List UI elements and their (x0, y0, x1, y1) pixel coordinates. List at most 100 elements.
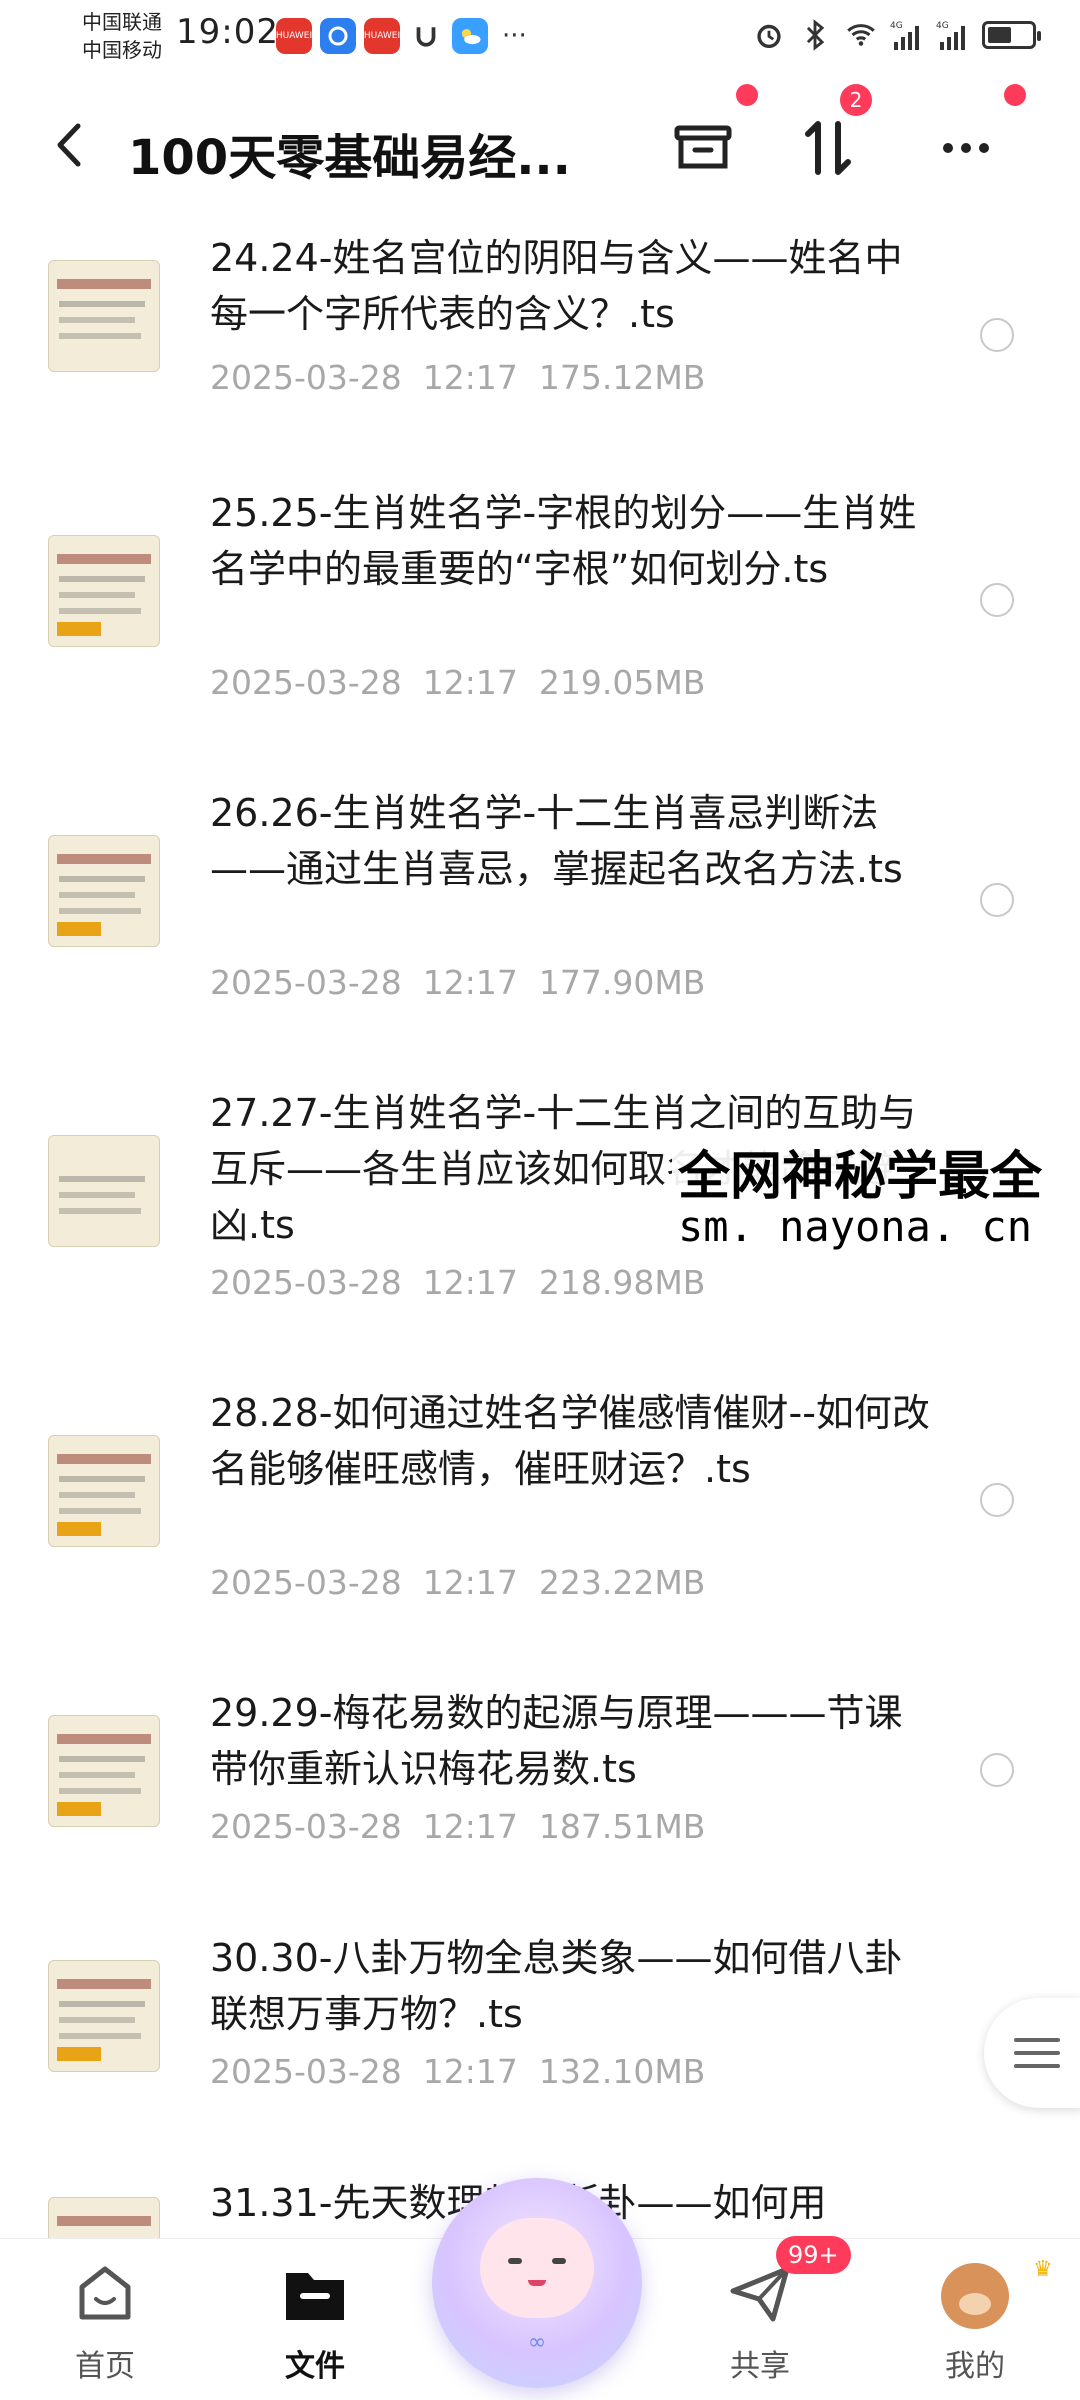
carrier-1: 中国联通 (82, 10, 162, 34)
nav-files-label: 文件 (285, 2349, 345, 2384)
file-meta: 2025-03-28 12:17 223.22MB (210, 1563, 705, 1602)
file-size: 219.05MB (538, 663, 706, 702)
file-name: 30.30-八卦万物全息类象——如何借八卦联想万事万物？.ts (210, 1936, 903, 2036)
archive-dot-badge (736, 84, 758, 106)
file-time: 12:17 (422, 2052, 518, 2091)
mascot-face (480, 2218, 594, 2318)
file-time: 12:17 (422, 1563, 518, 1602)
file-size: 175.12MB (538, 358, 706, 397)
file-name: 29.29-梅花易数的起源与原理———节课带你重新认识梅花易数.ts (210, 1691, 903, 1791)
sort-count-badge: 2 (840, 84, 872, 116)
watermark-overlay: 全网神秘学最全 sm. nayona. cn (672, 1130, 1080, 1270)
file-name: 24.24-姓名宫位的阴阳与含义——姓名中每一个字所代表的含义？.ts (210, 236, 903, 336)
menu-line-icon (1014, 2051, 1060, 2055)
select-checkbox[interactable] (980, 1753, 1014, 1787)
file-thumbnail (48, 260, 160, 372)
u-app-icon (408, 18, 444, 54)
file-name: 26.26-生肖姓名学-十二生肖喜忌判断法——通过生肖喜忌，掌握起名改名方法.t… (210, 791, 903, 891)
nav-share-label: 共享 (730, 2349, 790, 2384)
watermark-title: 全网神秘学最全 (678, 1147, 1043, 1207)
file-meta: 2025-03-28 12:17 175.12MB (210, 358, 705, 397)
more-dots-icon (943, 143, 989, 153)
signal-icon-1: 4G (890, 21, 919, 50)
wifi-icon (847, 24, 875, 46)
back-arrow-icon[interactable] (50, 120, 90, 170)
carrier-2: 中国移动 (82, 38, 162, 62)
file-date: 2025-03-28 (210, 1807, 402, 1846)
file-size: 187.51MB (538, 1807, 706, 1846)
menu-line-icon (1014, 2038, 1060, 2042)
file-date: 2025-03-28 (210, 963, 402, 1002)
huawei-app-icon-2: HUAWEI (364, 18, 400, 54)
select-checkbox[interactable] (980, 883, 1014, 917)
nav-home-label: 首页 (75, 2349, 135, 2384)
alarm-icon (757, 24, 781, 49)
status-more-icon: ··· (502, 21, 527, 51)
notification-icons: HUAWEI HUAWEI ··· (276, 18, 527, 54)
nav-home[interactable]: 首页 (35, 2259, 175, 2399)
file-name: 25.25-生肖姓名学-字根的划分——生肖姓名学中的最重要的“字根”如何划分.t… (210, 491, 917, 591)
file-thumbnail (48, 535, 160, 647)
more-dot-badge (1004, 84, 1026, 106)
file-date: 2025-03-28 (210, 1563, 402, 1602)
bluetooth-icon (806, 19, 825, 51)
more-options-button[interactable] (928, 110, 1004, 186)
top-bar: 100天零基础易经... 2 (0, 84, 1080, 200)
file-thumbnail (48, 835, 160, 947)
menu-line-icon (1014, 2064, 1060, 2068)
watermark-url: sm. nayona. cn (678, 1202, 1033, 1251)
browser-app-icon (320, 18, 356, 54)
file-meta: 2025-03-28 12:17 219.05MB (210, 663, 705, 702)
file-date: 2025-03-28 (210, 663, 402, 702)
cloud-logo-icon: ∞ (527, 2330, 547, 2355)
file-size: 177.90MB (538, 963, 706, 1002)
select-checkbox[interactable] (980, 583, 1014, 617)
folder-icon (286, 2273, 344, 2320)
weather-app-icon (452, 18, 488, 54)
home-icon (79, 2266, 131, 2320)
status-bar: 中国联通 中国移动 19:02 HUAWEI HUAWEI ··· 4G 4G (0, 0, 1080, 70)
file-thumbnail (48, 2197, 160, 2240)
file-time: 12:17 (422, 1263, 518, 1302)
nav-files[interactable]: 文件 (245, 2259, 385, 2399)
sort-arrows-icon (805, 121, 851, 175)
file-name: 28.28-如何通过姓名学催感情催财--如何改名能够催旺感情，催旺财运？.ts (210, 1391, 930, 1491)
file-time: 12:17 (422, 963, 518, 1002)
mascot-eye (552, 2258, 566, 2264)
file-time: 12:17 (422, 358, 518, 397)
avatar: ♛ (941, 2257, 1053, 2329)
file-meta: 2025-03-28 12:17 177.90MB (210, 963, 705, 1002)
select-checkbox[interactable] (980, 1483, 1014, 1517)
mascot-eye (508, 2258, 522, 2264)
crown-icon: ♛ (1033, 2257, 1053, 2282)
carrier-info: 中国联通 中国移动 (82, 8, 162, 64)
nav-mine[interactable]: ♛ 我的 (905, 2257, 1053, 2399)
battery-level (988, 27, 1011, 43)
mascot-mouth (528, 2280, 546, 2286)
status-time: 19:02 (176, 12, 279, 52)
nav-share[interactable]: 共享 (690, 2259, 830, 2399)
file-size: 223.22MB (538, 1563, 706, 1602)
share-count-badge: 99+ (776, 2236, 851, 2274)
system-indicators: 4G 4G (752, 18, 1041, 52)
file-size: 132.10MB (538, 2052, 706, 2091)
file-thumbnail (48, 1135, 160, 1247)
huawei-app-icon: HUAWEI (276, 18, 312, 54)
archive-button[interactable] (665, 110, 741, 186)
file-meta: 2025-03-28 12:17 218.98MB (210, 1263, 705, 1302)
file-date: 2025-03-28 (210, 2052, 402, 2091)
page-title: 100天零基础易经... (128, 130, 571, 186)
ai-assistant-button[interactable]: ∞ (432, 2178, 642, 2388)
archive-icon (674, 125, 732, 169)
file-meta: 2025-03-28 12:17 187.51MB (210, 1807, 705, 1846)
select-checkbox[interactable] (980, 318, 1014, 352)
file-time: 12:17 (422, 1807, 518, 1846)
file-meta: 2025-03-28 12:17 132.10MB (210, 2052, 705, 2091)
file-time: 12:17 (422, 663, 518, 702)
signal-2-label: 4G (936, 21, 949, 31)
file-thumbnail (48, 1435, 160, 1547)
sort-button[interactable] (790, 110, 866, 186)
signal-1-label: 4G (890, 21, 903, 31)
signal-icon-2: 4G (936, 21, 965, 50)
file-thumbnail (48, 1960, 160, 2072)
